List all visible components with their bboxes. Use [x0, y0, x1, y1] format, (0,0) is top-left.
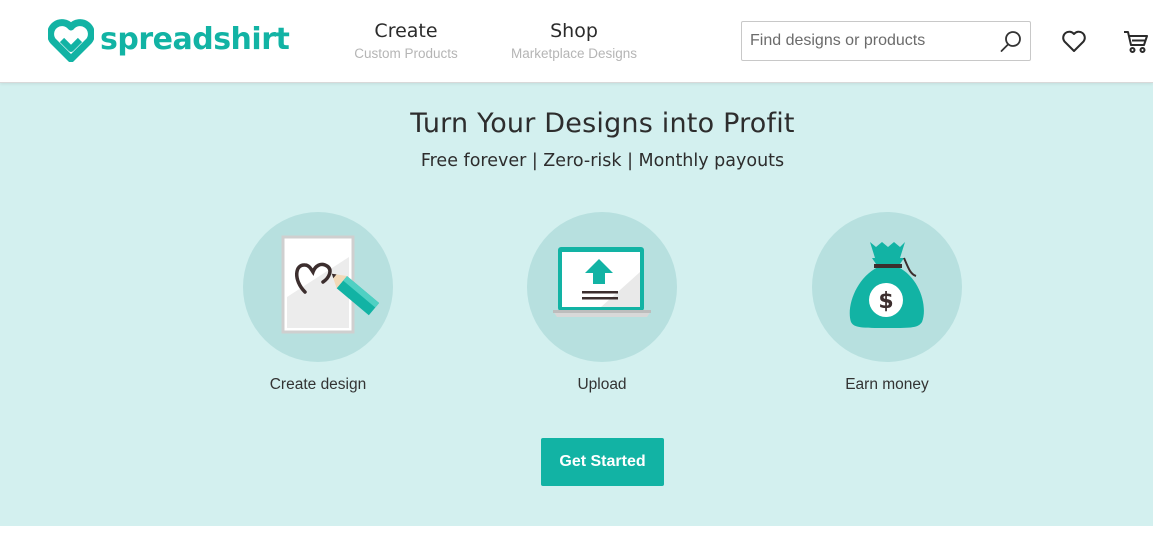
search-box: [741, 21, 1031, 61]
logo[interactable]: spreadshirt: [48, 18, 290, 62]
get-started-button[interactable]: Get Started: [541, 438, 664, 486]
nav-shop-title: Shop: [550, 20, 598, 42]
step-earn-money: $ Earn money: [812, 212, 962, 394]
svg-text:$: $: [878, 289, 893, 314]
site-header: spreadshirt Create Custom Products Shop …: [0, 0, 1153, 83]
design-pencil-icon: [281, 235, 380, 334]
search-input[interactable]: [742, 22, 992, 60]
nav-shop-subtitle: Marketplace Designs: [510, 46, 638, 61]
step-label: Earn money: [845, 376, 929, 393]
heart-icon[interactable]: [1060, 27, 1088, 55]
step-upload: Upload: [527, 212, 677, 394]
nav-create-subtitle: Custom Products: [354, 46, 458, 61]
nav-create[interactable]: Create Custom Products: [345, 18, 467, 64]
step-label: Create design: [269, 376, 367, 393]
step-label: Upload: [577, 376, 627, 393]
cart-icon[interactable]: [1122, 27, 1150, 55]
step-create-design: Create design: [243, 212, 393, 394]
step-circle: [527, 212, 677, 362]
hero-section: Turn Your Designs into Profit Free forev…: [0, 83, 1153, 526]
logo-heart-icon: [48, 19, 94, 62]
search-icon[interactable]: [998, 29, 1024, 55]
nav-shop[interactable]: Shop Marketplace Designs: [500, 18, 648, 64]
money-bag-icon: $: [849, 242, 924, 328]
step-circle: $: [812, 212, 962, 362]
hero-title: Turn Your Designs into Profit: [410, 108, 795, 139]
logo-text: spreadshirt: [100, 22, 290, 57]
laptop-upload-icon: [553, 247, 651, 317]
step-circle: [243, 212, 393, 362]
hero-subtitle: Free forever | Zero-risk | Monthly payou…: [420, 151, 785, 171]
nav-create-title: Create: [374, 20, 438, 42]
